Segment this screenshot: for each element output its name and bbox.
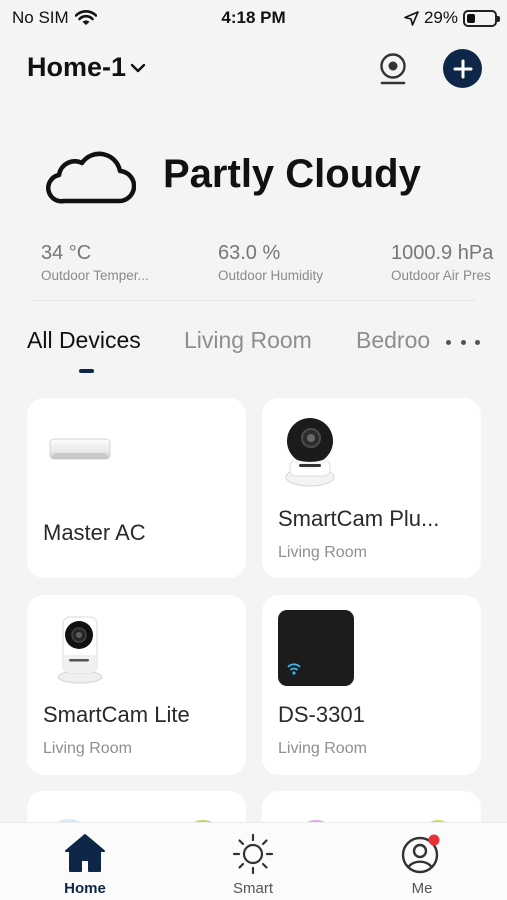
nav-home[interactable]: Home — [25, 823, 145, 900]
battery-fill — [467, 13, 475, 23]
weather-condition: Partly Cloudy — [163, 152, 421, 196]
status-right: 29% — [404, 8, 500, 28]
plus-icon — [453, 59, 472, 78]
camera-icon — [380, 53, 406, 85]
room-tabs: All Devices Living Room Bedroo — [0, 327, 507, 377]
stat-value: 63.0 % — [218, 242, 281, 264]
active-tab-indicator — [79, 369, 94, 373]
device-room: Living Room — [278, 740, 367, 757]
device-room: Living Room — [43, 740, 132, 757]
device-name: SmartCam Plu... — [278, 506, 440, 531]
cloud-icon — [44, 144, 137, 211]
device-room: Living Room — [278, 544, 367, 561]
smart-camera-icon — [55, 613, 105, 690]
home-icon — [25, 833, 145, 873]
chevron-down-icon — [130, 63, 146, 72]
sun-icon — [193, 833, 313, 875]
nav-label: Me — [411, 880, 433, 897]
profile-icon — [362, 833, 482, 875]
battery-tip — [497, 15, 500, 22]
stat-air-pressure: 1000.9 hPa Outdoor Air Pres — [391, 242, 507, 283]
battery-icon — [463, 9, 500, 27]
device-card-smartcam-plus[interactable]: SmartCam Plu... Living Room — [262, 398, 481, 578]
stat-humidity: 63.0 % Outdoor Humidity — [218, 242, 368, 283]
divider — [33, 300, 475, 301]
battery-percent: 29% — [423, 8, 458, 27]
camera-button[interactable] — [374, 50, 412, 88]
more-tabs-button[interactable] — [446, 330, 480, 354]
tab-all-devices[interactable]: All Devices — [27, 327, 141, 354]
nav-label: Home — [64, 880, 106, 897]
home-title: Home-1 — [27, 52, 127, 82]
bottom-navigation: Home Smart Me — [0, 822, 507, 900]
notification-badge-icon — [428, 834, 440, 846]
device-name: Master AC — [43, 520, 146, 545]
stat-value: 34 °C — [41, 242, 92, 264]
stat-label: Outdoor Air Pres — [391, 268, 491, 283]
nav-smart[interactable]: Smart — [193, 823, 313, 900]
location-arrow-icon — [404, 10, 419, 26]
nav-label: Smart — [232, 880, 273, 897]
weather-stats: 34 °C Outdoor Temper... 63.0 % Outdoor H… — [0, 242, 507, 287]
device-card-smartcam-lite[interactable]: SmartCam Lite Living Room — [27, 595, 246, 775]
air-conditioner-icon — [49, 436, 111, 469]
stat-label: Outdoor Humidity — [218, 268, 324, 283]
stat-temperature: 34 °C Outdoor Temper... — [41, 242, 169, 283]
ptz-camera-icon — [282, 414, 338, 493]
stat-label: Outdoor Temper... — [41, 268, 149, 283]
more-dot-icon — [446, 339, 451, 345]
device-name: SmartCam Lite — [43, 702, 190, 727]
home-selector[interactable]: Home-1 — [27, 52, 146, 83]
device-name: DS-3301 — [278, 702, 365, 727]
device-card-master-ac[interactable]: Master AC — [27, 398, 246, 578]
status-bar: No SIM 4:18 PM 29% — [0, 0, 507, 34]
tab-living-room[interactable]: Living Room — [184, 327, 312, 354]
nav-me[interactable]: Me — [362, 823, 482, 900]
more-dot-icon — [475, 339, 480, 345]
add-device-button[interactable] — [443, 49, 482, 88]
ir-hub-icon — [278, 610, 354, 691]
more-dot-icon — [460, 339, 466, 345]
stat-value: 1000.9 hPa — [391, 242, 494, 264]
tab-bedroom[interactable]: Bedroo — [356, 327, 432, 354]
device-card-ds-3301[interactable]: DS-3301 Living Room — [262, 595, 481, 775]
